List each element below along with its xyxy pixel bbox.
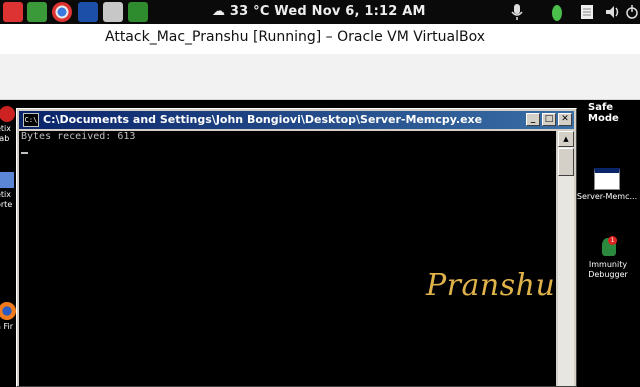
vertical-scrollbar[interactable]: ▲ [558, 131, 574, 386]
minimize-button[interactable]: _ [526, 113, 540, 126]
console-output[interactable]: Bytes received: 613 [19, 131, 556, 386]
device-icon[interactable] [78, 2, 98, 22]
remote-icon[interactable] [103, 2, 123, 22]
console-icon[interactable]: C:\ [23, 113, 39, 127]
watermark: Pranshu [426, 268, 556, 303]
power-icon[interactable] [624, 2, 640, 22]
top-panel: ☁ 33 °C Wed Nov 6, 1:12 AM [0, 0, 640, 24]
console-titlebar[interactable]: C:\ C:\Documents and Settings\John Bongi… [19, 111, 574, 129]
scroll-up-button[interactable]: ▲ [558, 131, 574, 147]
desktop-icon-label: Immunity Debugger [588, 260, 628, 279]
notes-icon[interactable] [578, 2, 596, 22]
desktop-icon-label: Server-Memc... [576, 192, 638, 201]
desktop-icon-server-memcpy[interactable]: Server-Memc... [574, 168, 640, 202]
clock[interactable]: ☁ 33 °C Wed Nov 6, 1:12 AM [212, 4, 426, 19]
console-window[interactable]: C:\ C:\Documents and Settings\John Bongi… [16, 108, 577, 387]
leaf-icon[interactable] [27, 2, 47, 22]
leaf-icon[interactable] [548, 2, 566, 22]
immunity-debugger-icon: 1 [598, 236, 618, 258]
firefox-icon [0, 302, 16, 320]
volume-icon[interactable] [604, 2, 622, 22]
vbox-title-bar: Attack_Mac_Pranshu [Running] – Oracle VM… [0, 24, 640, 54]
console-line: Bytes received: 613 [21, 131, 136, 142]
app-icon [0, 106, 15, 122]
safe-mode-label: Safe Mode [588, 102, 619, 124]
download-icon[interactable] [128, 2, 148, 22]
vbox-menu-area [0, 54, 640, 100]
console-cursor [21, 143, 554, 155]
microphone-icon[interactable] [508, 2, 526, 22]
vbox-window-title: Attack_Mac_Pranshu [Running] – Oracle VM… [105, 29, 486, 45]
close-button[interactable]: ✕ [558, 113, 572, 126]
maximize-button[interactable]: □ [542, 113, 556, 126]
desktop-icon-immunity-debugger[interactable]: 1 Immunity Debugger [580, 236, 636, 280]
gmail-icon[interactable] [3, 2, 23, 22]
chrome-icon[interactable] [52, 2, 72, 22]
scroll-thumb[interactable] [558, 148, 574, 176]
document-icon [0, 172, 14, 188]
console-window-title: C:\Documents and Settings\John Bongiovi\… [43, 113, 483, 126]
console-app-icon [594, 168, 620, 190]
